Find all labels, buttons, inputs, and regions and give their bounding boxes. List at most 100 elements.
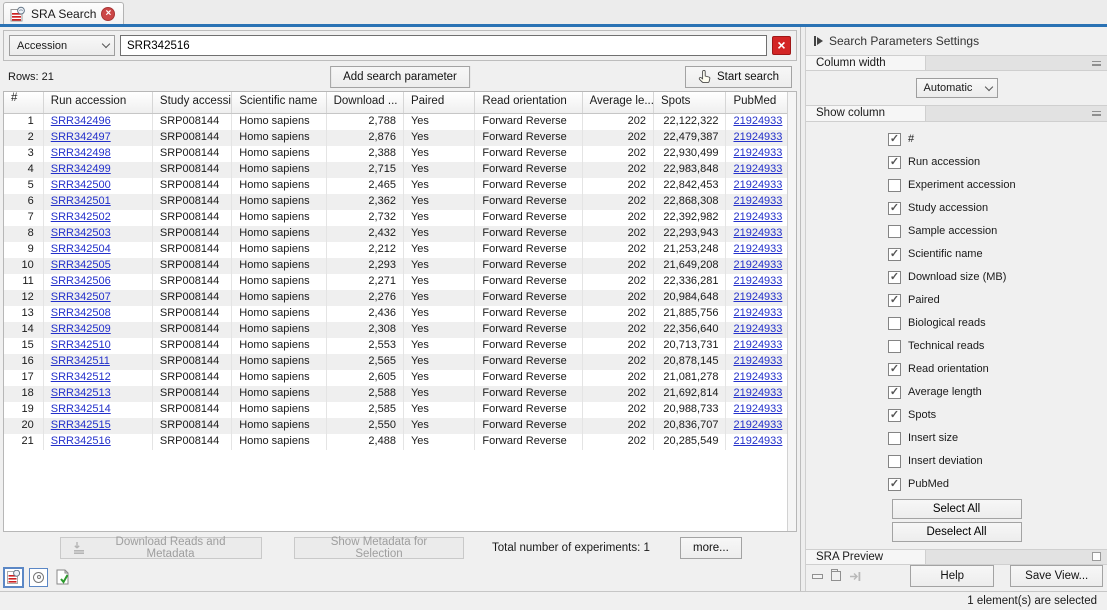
sra-preview-group-header[interactable]: SRA Preview xyxy=(806,549,1107,565)
column-header-average_length[interactable]: Average le... xyxy=(583,92,654,113)
run-accession-link[interactable]: SRR342496 xyxy=(51,115,111,127)
run-accession-link[interactable]: SRR342514 xyxy=(51,403,111,415)
column-header-paired[interactable]: Paired xyxy=(404,92,475,113)
table-row[interactable]: 3SRR342498SRP008144Homo sapiens2,388YesF… xyxy=(4,146,787,162)
run-accession-link[interactable]: SRR342512 xyxy=(51,371,111,383)
collapse-group-icon[interactable] xyxy=(1092,61,1101,66)
pubmed-link[interactable]: 21924933 xyxy=(733,211,782,223)
show-column-option[interactable]: ✓Average length xyxy=(806,381,1107,404)
run-accession-link[interactable]: SRR342511 xyxy=(51,355,110,367)
search-query-input[interactable] xyxy=(120,35,767,56)
run-accession-link[interactable]: SRR342500 xyxy=(51,179,111,191)
run-accession-link[interactable]: SRR342501 xyxy=(51,195,111,207)
clear-x-icon[interactable]: × xyxy=(772,36,791,55)
column-header-run_accession[interactable]: Run accession xyxy=(44,92,153,113)
table-row[interactable]: 10SRR342505SRP008144Homo sapiens2,293Yes… xyxy=(4,258,787,274)
show-column-group-header[interactable]: Show column xyxy=(806,105,1107,121)
pubmed-link[interactable]: 21924933 xyxy=(733,291,782,303)
show-column-option[interactable]: Insert deviation xyxy=(806,450,1107,473)
checkbox-checked-icon[interactable]: ✓ xyxy=(888,386,901,399)
run-accession-link[interactable]: SRR342510 xyxy=(51,339,111,351)
float-panel-icon[interactable] xyxy=(831,571,841,581)
pubmed-link[interactable]: 21924933 xyxy=(733,339,782,351)
more-button[interactable]: more... xyxy=(680,537,742,559)
table-row[interactable]: 11SRR342506SRP008144Homo sapiens2,271Yes… xyxy=(4,274,787,290)
column-header-scientific_name[interactable]: Scientific name xyxy=(232,92,326,113)
column-header-study_accession[interactable]: Study accession xyxy=(153,92,232,113)
table-row[interactable]: 16SRR342511SRP008144Homo sapiens2,565Yes… xyxy=(4,354,787,370)
pubmed-link[interactable]: 21924933 xyxy=(733,163,782,175)
run-accession-link[interactable]: SRR342508 xyxy=(51,307,111,319)
show-column-option[interactable]: Biological reads xyxy=(806,312,1107,335)
select-all-button[interactable]: Select All xyxy=(892,499,1022,519)
run-accession-link[interactable]: SRR342515 xyxy=(51,419,111,431)
show-column-option[interactable]: ✓Spots xyxy=(806,404,1107,427)
column-width-group-header[interactable]: Column width xyxy=(806,55,1107,71)
run-accession-link[interactable]: SRR342513 xyxy=(51,387,111,399)
checkbox-unchecked-icon[interactable] xyxy=(888,455,901,468)
show-column-option[interactable]: ✓PubMed xyxy=(806,473,1107,496)
table-row[interactable]: 19SRR342514SRP008144Homo sapiens2,585Yes… xyxy=(4,402,787,418)
pubmed-link[interactable]: 21924933 xyxy=(733,355,782,367)
minimize-panel-icon[interactable] xyxy=(812,574,823,579)
checkbox-unchecked-icon[interactable] xyxy=(888,317,901,330)
run-accession-link[interactable]: SRR342507 xyxy=(51,291,111,303)
run-accession-link[interactable]: SRR342502 xyxy=(51,211,111,223)
show-column-option[interactable]: Technical reads xyxy=(806,335,1107,358)
pubmed-link[interactable]: 21924933 xyxy=(733,195,782,207)
table-row[interactable]: 21SRR342516SRP008144Homo sapiens2,488Yes… xyxy=(4,434,787,450)
deselect-all-button[interactable]: Deselect All xyxy=(892,522,1022,542)
pubmed-link[interactable]: 21924933 xyxy=(733,179,782,191)
run-accession-link[interactable]: SRR342506 xyxy=(51,275,111,287)
show-metadata-button[interactable]: Show Metadata for Selection xyxy=(294,537,464,559)
pubmed-link[interactable]: 21924933 xyxy=(733,131,782,143)
column-header-spots[interactable]: Spots xyxy=(654,92,726,113)
pubmed-link[interactable]: 21924933 xyxy=(733,403,782,415)
table-row[interactable]: 20SRR342515SRP008144Homo sapiens2,550Yes… xyxy=(4,418,787,434)
download-reads-button[interactable]: Download Reads and Metadata xyxy=(60,537,262,559)
show-column-option[interactable]: ✓Download size (MB) xyxy=(806,266,1107,289)
checkbox-checked-icon[interactable]: ✓ xyxy=(888,202,901,215)
run-accession-link[interactable]: SRR342499 xyxy=(51,163,111,175)
checkbox-unchecked-icon[interactable] xyxy=(888,179,901,192)
element-info-view-icon[interactable] xyxy=(53,568,72,587)
sra-table-view-icon[interactable] xyxy=(3,567,24,588)
show-column-option[interactable]: ✓Study accession xyxy=(806,197,1107,220)
table-row[interactable]: 13SRR342508SRP008144Homo sapiens2,436Yes… xyxy=(4,306,787,322)
column-header-num[interactable]: # xyxy=(4,92,44,113)
tab-sra-search[interactable]: SRA Search × xyxy=(3,2,124,24)
pubmed-link[interactable]: 21924933 xyxy=(733,227,782,239)
table-row[interactable]: 17SRR342512SRP008144Homo sapiens2,605Yes… xyxy=(4,370,787,386)
save-view-button[interactable]: Save View... xyxy=(1010,565,1103,587)
help-button[interactable]: Help xyxy=(910,565,994,587)
pubmed-link[interactable]: 21924933 xyxy=(733,147,782,159)
start-search-button[interactable]: Start search xyxy=(685,66,792,88)
pubmed-link[interactable]: 21924933 xyxy=(733,275,782,287)
show-column-option[interactable]: ✓Scientific name xyxy=(806,243,1107,266)
show-column-option[interactable]: ✓Paired xyxy=(806,289,1107,312)
run-accession-link[interactable]: SRR342503 xyxy=(51,227,111,239)
table-row[interactable]: 5SRR342500SRP008144Homo sapiens2,465YesF… xyxy=(4,178,787,194)
collapse-group-icon[interactable] xyxy=(1092,111,1101,116)
show-column-option[interactable]: Sample accession xyxy=(806,220,1107,243)
table-row[interactable]: 7SRR342502SRP008144Homo sapiens2,732YesF… xyxy=(4,210,787,226)
pubmed-link[interactable]: 21924933 xyxy=(733,435,782,447)
checkbox-checked-icon[interactable]: ✓ xyxy=(888,271,901,284)
checkbox-unchecked-icon[interactable] xyxy=(888,432,901,445)
table-row[interactable]: 1SRR342496SRP008144Homo sapiens2,788YesF… xyxy=(4,114,787,130)
table-row[interactable]: 12SRR342507SRP008144Homo sapiens2,276Yes… xyxy=(4,290,787,306)
checkbox-unchecked-icon[interactable] xyxy=(888,340,901,353)
table-row[interactable]: 15SRR342510SRP008144Homo sapiens2,553Yes… xyxy=(4,338,787,354)
vertical-scrollbar[interactable] xyxy=(787,92,796,531)
pubmed-link[interactable]: 21924933 xyxy=(733,259,782,271)
column-header-download_size[interactable]: Download ... xyxy=(327,92,404,113)
column-width-dropdown[interactable]: Automatic xyxy=(916,78,998,98)
pubmed-link[interactable]: 21924933 xyxy=(733,243,782,255)
column-header-pubmed[interactable]: PubMed xyxy=(726,92,787,113)
table-row[interactable]: 14SRR342509SRP008144Homo sapiens2,308Yes… xyxy=(4,322,787,338)
show-column-option[interactable]: ✓Read orientation xyxy=(806,358,1107,381)
checkbox-checked-icon[interactable]: ✓ xyxy=(888,409,901,422)
run-accession-link[interactable]: SRR342498 xyxy=(51,147,111,159)
collapse-panel-icon[interactable] xyxy=(814,36,823,46)
checkbox-checked-icon[interactable]: ✓ xyxy=(888,156,901,169)
